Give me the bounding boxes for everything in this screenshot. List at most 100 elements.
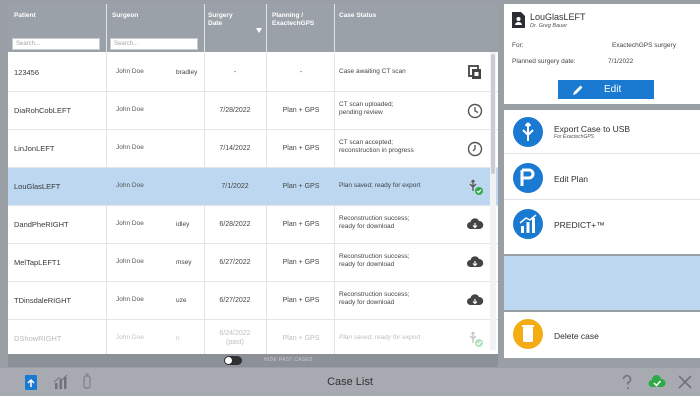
status-line: CT scan uploaded;	[339, 101, 394, 108]
table-row[interactable]: MelTapLEFT1 John Doe msey 6/27/2022 Plan…	[8, 244, 498, 282]
date-cell: 7/28/2022	[219, 107, 251, 114]
close-icon[interactable]	[676, 373, 694, 391]
table-row[interactable]: DandPheRIGHT John Doe idley 6/28/2022 Pl…	[8, 206, 498, 244]
hide-past-toggle[interactable]	[224, 356, 242, 365]
screen-title: Case List	[327, 376, 373, 388]
export-usb-label: Export Case to USB	[554, 124, 631, 134]
case-table: Patient Surgeon Surgery Date Planning / …	[8, 4, 498, 354]
toggle-knob	[225, 357, 232, 364]
chart-icon	[513, 209, 543, 239]
predict-button[interactable]: PREDICT+™	[504, 202, 700, 246]
edit-plan-label: Edit Plan	[554, 174, 589, 184]
surgeon-cell: John Doe	[116, 296, 144, 303]
header-surgery-date[interactable]: Surgery Date	[208, 12, 233, 28]
planning-cell: Plan + GPS	[282, 259, 320, 266]
status-line: Reconstruction success;	[339, 253, 410, 260]
surgeon-overflow-cell: bradley	[176, 69, 198, 76]
date-cell: 6/27/2022	[219, 259, 251, 266]
table-row[interactable]: TDinsdaleRIGHT John Doe uze 6/27/2022 Pl…	[8, 282, 498, 320]
help-icon[interactable]	[618, 373, 636, 391]
planned-date-value: 7/1/2022	[608, 58, 634, 65]
surgeon-cell: John Doe	[116, 334, 144, 341]
document-icon	[512, 12, 525, 28]
status-line: ready for download	[339, 299, 395, 306]
status-cell: Reconstruction success; ready for downlo…	[339, 291, 459, 307]
date-cell: 7/14/2022	[219, 145, 251, 152]
date-cell: 6/28/2022	[219, 221, 251, 228]
cloud-download-icon[interactable]	[466, 292, 484, 310]
table-row[interactable]: DiaRohCobLEFT John Doe 7/28/2022 Plan + …	[8, 92, 498, 130]
planning-cell: Plan + GPS	[282, 335, 320, 342]
export-usb-sub: For ExactechGPS	[554, 134, 595, 140]
cloud-sync-icon[interactable]	[648, 373, 666, 391]
edit-plan-button[interactable]: Edit Plan	[504, 156, 700, 200]
hide-past-strip: HIDE PAST CASES	[8, 354, 498, 367]
planning-cell: -	[299, 69, 303, 76]
surgeon-cell: John Doe	[116, 68, 144, 75]
status-cell: CT scan accepted; reconstruction in prog…	[339, 139, 459, 155]
case-doctor: Dr. Greg Bauer	[530, 23, 568, 29]
status-line: pending review	[339, 109, 383, 116]
patient-search-input[interactable]: Search...	[12, 38, 100, 50]
sort-down-icon[interactable]	[256, 28, 262, 33]
status-line: Reconstruction success;	[339, 215, 410, 222]
usb-icon	[513, 117, 543, 147]
status-line: ready for download	[339, 223, 395, 230]
patient-cell: DShowRIGHT	[14, 334, 62, 343]
patient-cell: DandPheRIGHT	[14, 220, 69, 229]
patient-cell: DiaRohCobLEFT	[14, 106, 72, 115]
table-row-selected[interactable]: LouGlasLEFT John Doe 7/1/2022 Plan + GPS…	[8, 168, 498, 206]
scrollbar-thumb[interactable]	[491, 54, 495, 174]
export-usb-button[interactable]: Export Case to USB For ExactechGPS	[504, 110, 700, 154]
date-line: 6/24/2022	[219, 330, 251, 337]
surgeon-overflow-cell: uze	[176, 297, 187, 304]
table-row[interactable]: LinJonLEFT John Doe 7/14/2022 Plan + GPS…	[8, 130, 498, 168]
header-surgery-date-line2: Date	[208, 20, 223, 27]
copy-icon[interactable]	[466, 64, 484, 82]
header-patient[interactable]: Patient	[14, 12, 36, 20]
cloud-download-icon[interactable]	[466, 216, 484, 234]
patient-cell: TDinsdaleRIGHT	[14, 296, 72, 305]
delete-case-button[interactable]: Delete case	[504, 312, 700, 358]
header-case-status[interactable]: Case Status	[339, 12, 376, 20]
table-row[interactable]: 123456 John Doe bradley - - Case awaitin…	[8, 54, 498, 92]
header-surgeon[interactable]: Surgeon	[112, 12, 138, 20]
status-line: Reconstruction success;	[339, 291, 410, 298]
date-line: (past)	[226, 339, 244, 346]
surgeon-overflow-cell: msey	[176, 259, 192, 266]
date-cell: 6/24/2022 (past)	[204, 329, 266, 347]
planning-cell: Plan + GPS	[282, 145, 320, 152]
surgeon-search-input[interactable]: Search...	[110, 38, 198, 50]
header-planning-line1: Planning /	[272, 12, 304, 19]
table-scrollbar[interactable]	[490, 52, 496, 350]
status-line: CT scan accepted;	[339, 139, 394, 146]
trash-icon	[513, 319, 543, 349]
patient-cell: MelTapLEFT1	[14, 258, 61, 267]
planning-cell: Plan + GPS	[282, 107, 320, 114]
surgeon-cell: John Doe	[116, 106, 144, 113]
pencil-icon	[573, 85, 583, 95]
case-detail-card: LouGlasLEFT Dr. Greg Bauer For: Exactech…	[504, 4, 700, 104]
for-label: For:	[512, 42, 524, 49]
patient-cell: 123456	[14, 68, 40, 77]
surgeon-cell: John Doe	[116, 182, 144, 189]
status-cell: Plan saved; ready for export	[339, 334, 421, 341]
status-cell: Case awaiting CT scan	[339, 68, 406, 75]
header-planning[interactable]: Planning / ExactechGPS	[272, 12, 314, 28]
predict-label: PREDICT+™	[554, 220, 605, 230]
hide-past-label: HIDE PAST CASES	[264, 357, 313, 363]
table-row-past[interactable]: DShowRIGHT John Doe n 6/24/2022 (past) P…	[8, 320, 498, 354]
date-cell: 7/1/2022	[221, 183, 249, 190]
cloud-download-icon[interactable]	[466, 254, 484, 272]
usb-check-icon	[469, 331, 483, 347]
planned-date-label: Planned surgery date:	[512, 58, 576, 65]
planning-cell: Plan + GPS	[282, 297, 320, 304]
edit-button[interactable]: Edit	[558, 80, 654, 99]
edit-plan-icon	[513, 163, 543, 193]
surgeon-cell: John Doe	[116, 220, 144, 227]
bottom-bar: Case List	[0, 368, 700, 396]
patient-cell: LouGlasLEFT	[14, 182, 61, 191]
date-cell: -	[233, 69, 237, 76]
table-header: Patient Surgeon Surgery Date Planning / …	[8, 4, 498, 52]
case-name: LouGlasLEFT	[530, 12, 586, 22]
